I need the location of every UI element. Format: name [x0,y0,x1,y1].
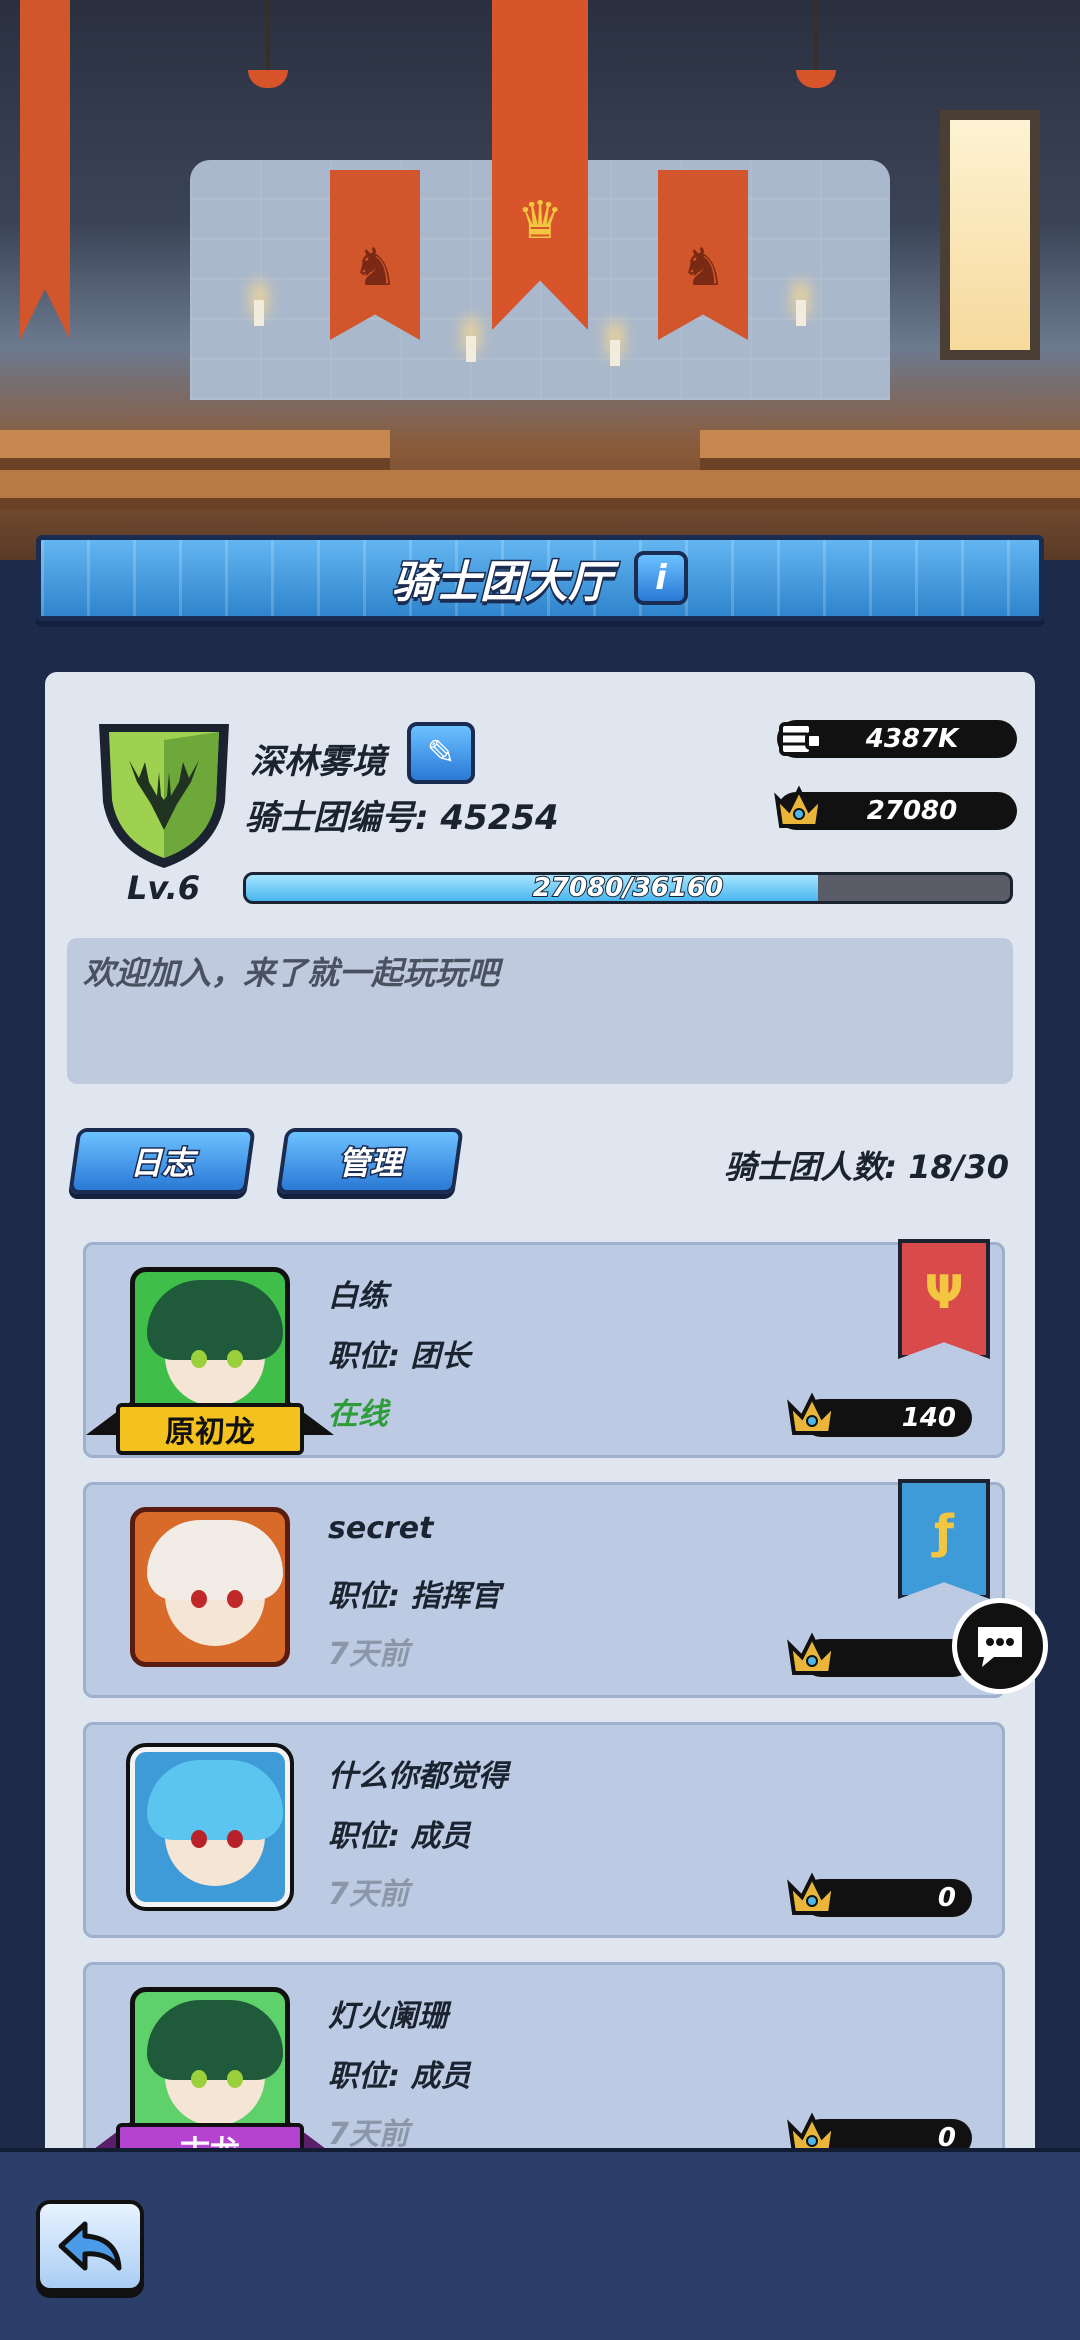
hall-table [700,430,1080,470]
crown-icon [786,1871,838,1919]
candle-icon [466,336,476,362]
member-avatar[interactable] [130,1507,290,1667]
guild-id: 骑士团编号: 45254 [245,798,559,838]
page-title: 骑士团大厅 [391,556,614,610]
manage-button-label: 管理 [336,1143,403,1184]
back-button[interactable] [36,2200,144,2292]
guild-hall-scene: ♞ ♞ ♛ [0,0,1080,560]
guild-panel: Lv.6 深林雾境 ✎ 骑士团编号: 45254 4387K 27080 270… [45,672,1035,2162]
dragon-banner: ♞ [330,170,420,340]
guild-name: 深林雾境 [250,742,386,782]
side-banner [20,0,70,340]
member-status: 7天前 [328,2117,409,2152]
guild-level: Lv.6 [127,869,201,907]
hanging-lamp-icon [796,0,836,88]
member-name: 什么你都觉得 [328,1759,508,1794]
member-avatar[interactable] [126,1743,294,1911]
hall-window [940,110,1040,360]
member-name: secret [328,1511,434,1546]
guild-exp-bar: 27080/36160 [243,872,1013,904]
staff-icon: ƒ [898,1479,990,1599]
info-button[interactable]: i [634,551,688,605]
crown-icon [771,784,827,832]
guild-exp-text: 27080/36160 [532,873,724,903]
member-role: 职位: 成员 [328,1819,471,1854]
member-card[interactable]: 原初龙 白练 职位: 团长 在线 Ψ 140 [83,1239,1005,1458]
chat-button[interactable] [952,1598,1048,1694]
edit-name-button[interactable]: ✎ [407,722,475,784]
dragon-banner: ♞ [658,170,748,340]
hall-table [0,470,1080,510]
fist-power-icon [773,714,829,762]
member-title-badge: 原初龙 [116,1403,304,1455]
back-arrow-icon [58,2221,122,2271]
manage-button[interactable]: 管理 [276,1128,464,1194]
member-status: 7天前 [328,1877,409,1912]
log-button-label: 日志 [128,1143,195,1184]
member-count: 骑士团人数: 18/30 [724,1148,1009,1186]
trident-icon: Ψ [898,1239,990,1359]
member-card[interactable]: 什么你都觉得 职位: 成员 7天前 0 [83,1722,1005,1938]
crown-icon [786,1631,838,1679]
candle-icon [254,300,264,326]
member-role: 职位: 成员 [328,2059,471,2094]
member-card[interactable]: 古龙 灯火阑珊 职位: 成员 7天前 0 [83,1962,1005,2162]
member-role: 职位: 团长 [328,1339,471,1374]
hanging-lamp-icon [248,0,288,88]
pencil-icon: ✎ [426,733,456,773]
member-role: 职位: 指挥官 [328,1579,501,1614]
hall-table [0,430,390,470]
bottom-bar [0,2148,1080,2340]
title-ribbon: 骑士团大厅 i [36,535,1044,621]
guild-notice: 欢迎加入，来了就一起玩玩吧 [67,938,1013,1084]
member-status: 在线 [328,1397,388,1432]
member-status: 7天前 [328,1637,409,1672]
crown-icon [786,1391,838,1439]
crown-banner: ♛ [492,0,588,330]
candle-icon [796,300,806,326]
member-name: 白练 [328,1279,388,1314]
member-card[interactable]: secret 职位: 指挥官 7天前 ƒ [83,1479,1005,1698]
member-name: 灯火阑珊 [328,1999,448,2034]
candle-icon [610,340,620,366]
chat-bubble-icon [978,1627,1022,1667]
guild-emblem-deer-icon [89,712,239,872]
log-button[interactable]: 日志 [68,1128,256,1194]
